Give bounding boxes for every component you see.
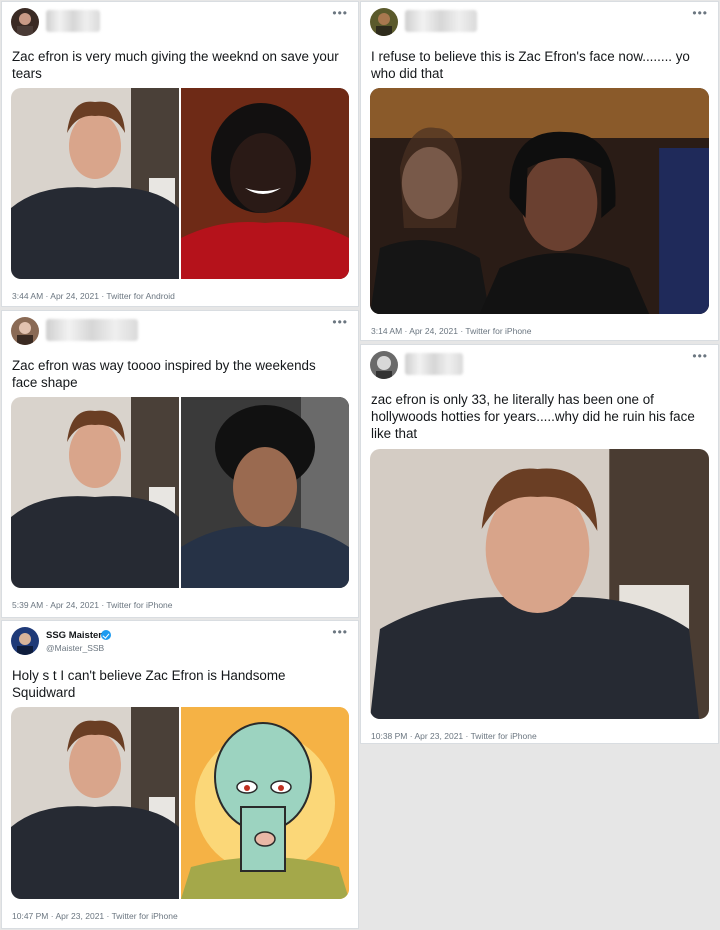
more-options-icon[interactable]: ••• xyxy=(692,349,708,363)
avatar[interactable] xyxy=(370,351,398,379)
tweet-source[interactable]: Twitter for iPhone xyxy=(471,731,537,741)
avatar[interactable] xyxy=(11,8,39,36)
more-options-icon[interactable]: ••• xyxy=(332,625,348,639)
avatar[interactable] xyxy=(11,317,39,345)
tweet-meta: 10:47 PM · Apr 23, 2021 · Twitter for iP… xyxy=(12,911,178,921)
tweet-media[interactable] xyxy=(11,88,349,279)
verified-badge-icon xyxy=(101,630,111,640)
tweet-source[interactable]: Twitter for Android xyxy=(106,291,175,301)
tweet-source[interactable]: Twitter for iPhone xyxy=(465,326,531,336)
photo-the-weeknd[interactable] xyxy=(181,397,349,588)
tweet-source[interactable]: Twitter for iPhone xyxy=(112,911,178,921)
tweet-time: 10:38 PM · Apr 23, 2021 xyxy=(371,731,464,741)
more-options-icon[interactable]: ••• xyxy=(332,315,348,329)
photo-the-weeknd[interactable] xyxy=(181,88,349,279)
more-options-icon[interactable]: ••• xyxy=(332,6,348,20)
avatar[interactable] xyxy=(11,627,39,655)
blurred-username xyxy=(405,353,463,375)
tweet-card[interactable]: ••• Zac efron was way toooo inspired by … xyxy=(1,310,359,618)
avatar[interactable] xyxy=(370,8,398,36)
photo-ariana-patti[interactable] xyxy=(370,88,709,314)
tweet-time: 3:44 AM · Apr 24, 2021 xyxy=(12,291,99,301)
tweet-media[interactable] xyxy=(11,397,349,588)
photo-handsome-squidward[interactable] xyxy=(181,707,349,899)
tweet-text: zac efron is only 33, he literally has b… xyxy=(371,392,695,441)
tweet-meta: 3:44 AM · Apr 24, 2021 · Twitter for And… xyxy=(12,291,175,301)
tweet-text: Holy s t I can't believe Zac Efron is Ha… xyxy=(12,668,286,700)
tweet-time: 5:39 AM · Apr 24, 2021 xyxy=(12,600,99,610)
photo-zac-efron[interactable] xyxy=(11,397,179,588)
tweet-source[interactable]: Twitter for iPhone xyxy=(106,600,172,610)
tweet-media[interactable] xyxy=(370,88,709,314)
tweet-card[interactable]: ••• zac efron is only 33, he literally h… xyxy=(360,344,719,744)
tweet-meta: 3:14 AM · Apr 24, 2021 · Twitter for iPh… xyxy=(371,326,532,336)
tweet-time: 3:14 AM · Apr 24, 2021 xyxy=(371,326,458,336)
tweet-text: I refuse to believe this is Zac Efron's … xyxy=(371,49,690,81)
author-name[interactable]: SSG Maister xyxy=(46,630,102,641)
tweet-media[interactable] xyxy=(11,707,349,899)
tweet-card[interactable]: ••• Zac efron is very much giving the we… xyxy=(1,1,359,307)
photo-zac-efron[interactable] xyxy=(370,449,709,719)
tweet-meta: 5:39 AM · Apr 24, 2021 · Twitter for iPh… xyxy=(12,600,173,610)
author-handle[interactable]: @Maister_SSB xyxy=(46,643,104,653)
tweet-card[interactable]: SSG Maister @Maister_SSB ••• Holy s t I … xyxy=(1,620,359,929)
tweet-card[interactable]: ••• I refuse to believe this is Zac Efro… xyxy=(360,1,719,341)
tweet-text: Zac efron is very much giving the weeknd… xyxy=(12,49,339,81)
blurred-username xyxy=(46,10,100,32)
photo-zac-efron[interactable] xyxy=(11,88,179,279)
blurred-username xyxy=(46,319,138,341)
tweet-time: 10:47 PM · Apr 23, 2021 xyxy=(12,911,105,921)
tweet-media[interactable] xyxy=(370,449,709,719)
blurred-username xyxy=(405,10,477,32)
tweet-meta: 10:38 PM · Apr 23, 2021 · Twitter for iP… xyxy=(371,731,537,741)
tweet-text: Zac efron was way toooo inspired by the … xyxy=(12,358,316,390)
more-options-icon[interactable]: ••• xyxy=(692,6,708,20)
photo-zac-efron[interactable] xyxy=(11,707,179,899)
